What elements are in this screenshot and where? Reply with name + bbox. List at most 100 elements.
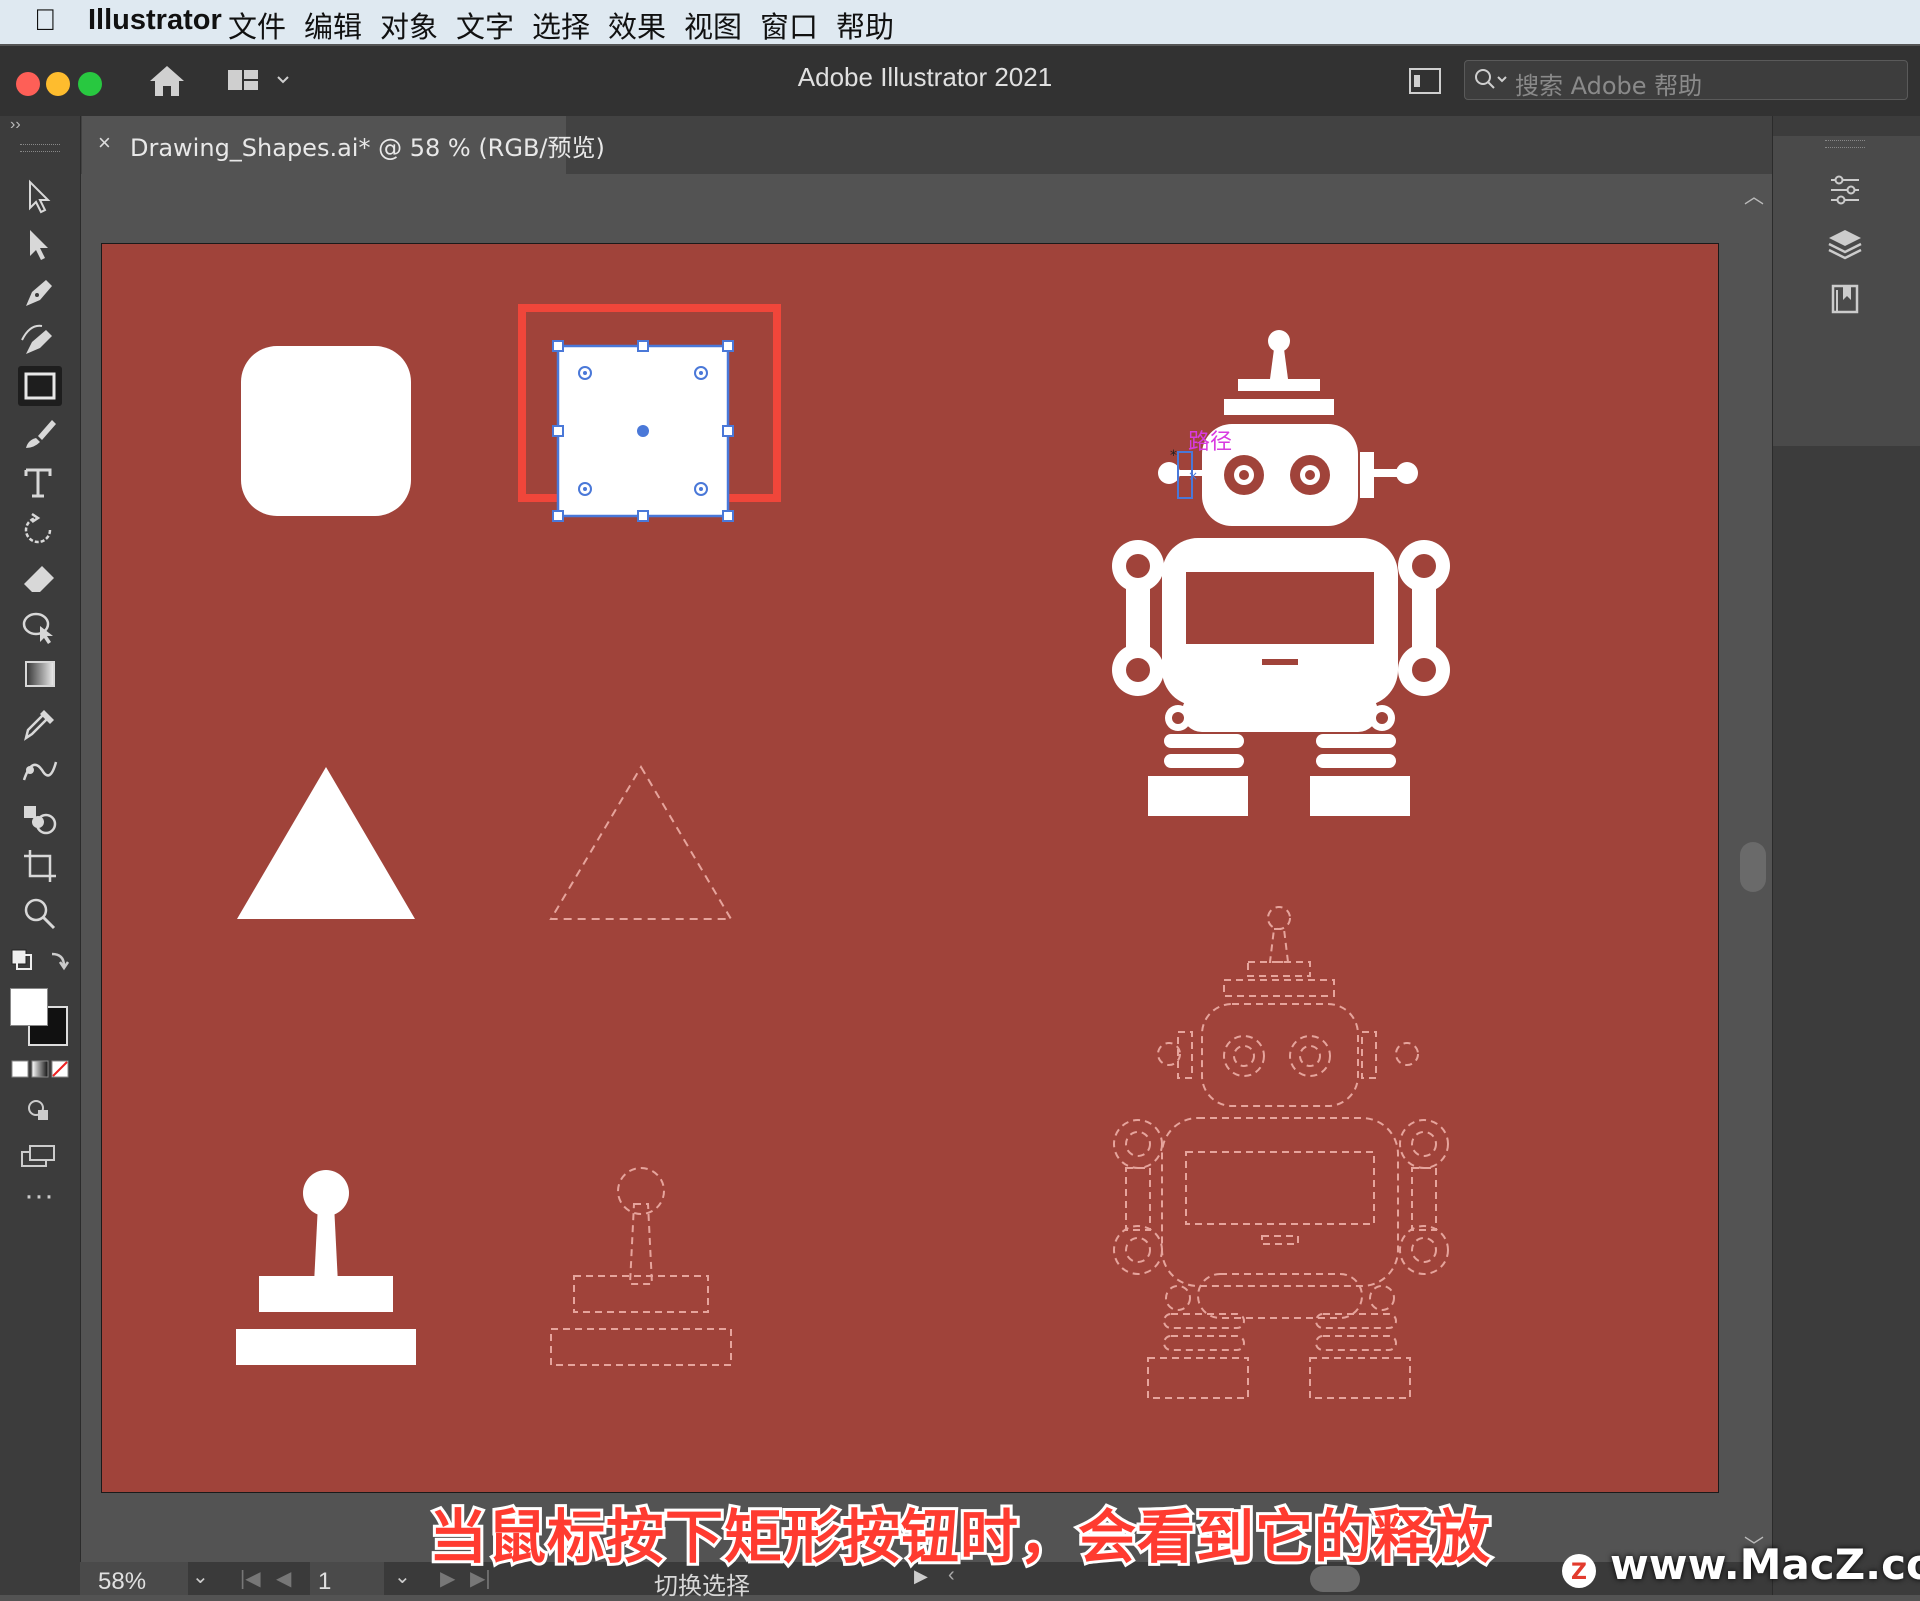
blend-tool[interactable]: [18, 750, 62, 790]
search-icon: [1475, 69, 1507, 89]
edit-toolbar-icon[interactable]: ···: [24, 1181, 54, 1211]
eyedropper-tool[interactable]: [18, 702, 62, 742]
resize-handle[interactable]: [637, 340, 649, 352]
paintbrush-tool-icon: [26, 420, 56, 448]
mac-menubar:  Illustrator 文件 编辑 对象 文字 选择 效果 视图 窗口 帮助: [0, 0, 1920, 44]
window-titlebar: Adobe Illustrator 2021 搜索 Adobe 帮助: [0, 44, 1920, 116]
shape-builder-tool-icon: [22, 612, 53, 644]
paintbrush-tool[interactable]: [18, 414, 62, 454]
resize-handle[interactable]: [552, 425, 564, 437]
selection-tool[interactable]: [18, 176, 62, 216]
direct-selection-tool-icon: [30, 230, 48, 260]
menu-select[interactable]: 选择: [532, 4, 590, 46]
swap-fill-stroke-icon[interactable]: [8, 946, 74, 976]
curvature-tool[interactable]: [18, 320, 62, 360]
artwork: × * 路径: [236, 304, 1450, 1399]
direct-selection-tool[interactable]: [18, 224, 62, 264]
zoom-window-button[interactable]: [78, 72, 102, 96]
curvature-tool-icon: [21, 324, 52, 354]
shape-builder-tool[interactable]: [18, 606, 62, 646]
type-tool-icon: [24, 468, 52, 498]
help-search-input[interactable]: 搜索 Adobe 帮助: [1464, 60, 1908, 100]
fill-swatch[interactable]: [10, 988, 48, 1026]
rotate-tool[interactable]: [18, 510, 62, 550]
panel-icon-group: [1773, 136, 1920, 446]
layers-panel-icon[interactable]: [1827, 226, 1863, 262]
menu-edit[interactable]: 编辑: [304, 4, 362, 46]
triangle-template-outline: [549, 765, 733, 920]
tools-panel: ›› ···: [0, 116, 81, 1595]
subtitle-text: 当鼠标按下矩形按钮时，会看到它的释放: [426, 1500, 1493, 1574]
properties-panel-icon[interactable]: [1827, 172, 1863, 208]
search-placeholder: 搜索 Adobe 帮助: [1515, 72, 1703, 100]
eyedropper-tool-icon: [24, 710, 54, 741]
menu-window[interactable]: 窗口: [760, 4, 818, 46]
minimize-window-button[interactable]: [46, 72, 70, 96]
menu-effect[interactable]: 效果: [608, 4, 666, 46]
menu-view[interactable]: 视图: [684, 4, 742, 46]
rectangle-tool[interactable]: [18, 366, 62, 406]
zoom-tool[interactable]: [18, 894, 62, 934]
window-title: Adobe Illustrator 2021: [797, 62, 1053, 92]
app-menu[interactable]: Illustrator: [88, 4, 222, 37]
rounded-square-shape[interactable]: [241, 346, 411, 516]
artboard[interactable]: × * 路径: [101, 243, 1719, 1493]
home-icon[interactable]: [148, 64, 186, 98]
artboard-tool-icon: [24, 850, 56, 882]
pen-tool-icon: [26, 280, 52, 306]
robot-template-outline: [1113, 906, 1449, 1399]
resize-handle[interactable]: [722, 510, 734, 522]
document-tab-label: Drawing_Shapes.ai* @ 58 % (RGB/预览): [130, 134, 605, 162]
path-tooltip: 路径: [1188, 430, 1232, 455]
eraser-tool[interactable]: [18, 558, 62, 598]
symbol-sprayer-tool[interactable]: [18, 798, 62, 838]
selected-rectangle[interactable]: [552, 340, 734, 522]
scroll-thumb[interactable]: [1740, 842, 1766, 892]
toolbar-grip[interactable]: [20, 144, 60, 152]
gradient-tool-icon: [25, 661, 55, 687]
right-panel-dock: [1772, 116, 1920, 1595]
document-tab[interactable]: × Drawing_Shapes.ai* @ 58 % (RGB/预览): [82, 116, 605, 174]
color-mode-icons[interactable]: [10, 1058, 70, 1080]
center-point: [637, 425, 649, 437]
menu-type[interactable]: 文字: [456, 4, 514, 46]
apple-icon[interactable]: : [34, 4, 57, 38]
resize-handle[interactable]: [552, 340, 564, 352]
menu-object[interactable]: 对象: [380, 4, 438, 46]
close-tab-icon[interactable]: ×: [98, 130, 111, 156]
panel-grip[interactable]: [1825, 140, 1865, 148]
menu-help[interactable]: 帮助: [836, 4, 894, 46]
gradient-tool[interactable]: [18, 654, 62, 694]
stamp-shape[interactable]: [236, 1170, 416, 1365]
workspace-layout-icon[interactable]: [226, 66, 290, 96]
zoom-tool-icon: [24, 898, 56, 930]
crosshair-cursor-icon: *: [1170, 448, 1177, 464]
menu-file[interactable]: 文件: [228, 4, 286, 46]
scroll-up-icon[interactable]: ︿: [1744, 180, 1764, 209]
artboard-tool[interactable]: [18, 846, 62, 886]
resize-handle[interactable]: [722, 340, 734, 352]
close-window-button[interactable]: [16, 72, 40, 96]
svg-text:Z: Z: [1571, 1560, 1587, 1585]
pen-tool[interactable]: [18, 272, 62, 312]
resize-handle[interactable]: [722, 425, 734, 437]
draw-mode-icon[interactable]: [24, 1096, 54, 1124]
type-tool[interactable]: [18, 462, 62, 502]
vertical-scrollbar[interactable]: ︿ ﹀: [1736, 174, 1772, 1564]
triangle-shape[interactable]: [237, 767, 415, 919]
symbol-sprayer-tool-icon: [24, 806, 57, 835]
eraser-tool-icon: [24, 566, 54, 592]
rotate-tool-icon: [24, 512, 52, 544]
resize-handle[interactable]: [637, 510, 649, 522]
resize-handle[interactable]: [552, 510, 564, 522]
blend-tool-icon: [22, 761, 58, 781]
path-cursor-icon: ×: [1188, 469, 1198, 483]
stamp-template-outline: [550, 1167, 732, 1366]
selection-tool-icon: [29, 179, 51, 214]
document-tab-bar: × Drawing_Shapes.ai* @ 58 % (RGB/预览) ‹‹: [0, 116, 1920, 174]
expand-toolbar-icon[interactable]: ››: [10, 116, 21, 134]
panel-toggle-icon[interactable]: [1408, 66, 1442, 96]
rectangle-tool-icon: [24, 372, 56, 400]
screen-mode-icon[interactable]: [20, 1142, 58, 1170]
libraries-panel-icon[interactable]: [1827, 280, 1863, 316]
